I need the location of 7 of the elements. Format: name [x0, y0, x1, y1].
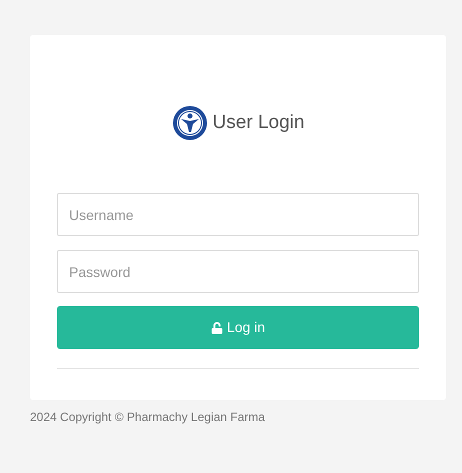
logo-icon: [172, 105, 208, 141]
login-button[interactable]: Log in: [57, 306, 419, 349]
login-title: User Login: [212, 110, 304, 135]
unlock-icon: [210, 322, 223, 334]
copyright-text: 2024 Copyright © Pharmachy Legian Farma: [30, 409, 266, 426]
password-field[interactable]: Password: [57, 250, 419, 293]
username-field[interactable]: Username: [57, 193, 419, 236]
